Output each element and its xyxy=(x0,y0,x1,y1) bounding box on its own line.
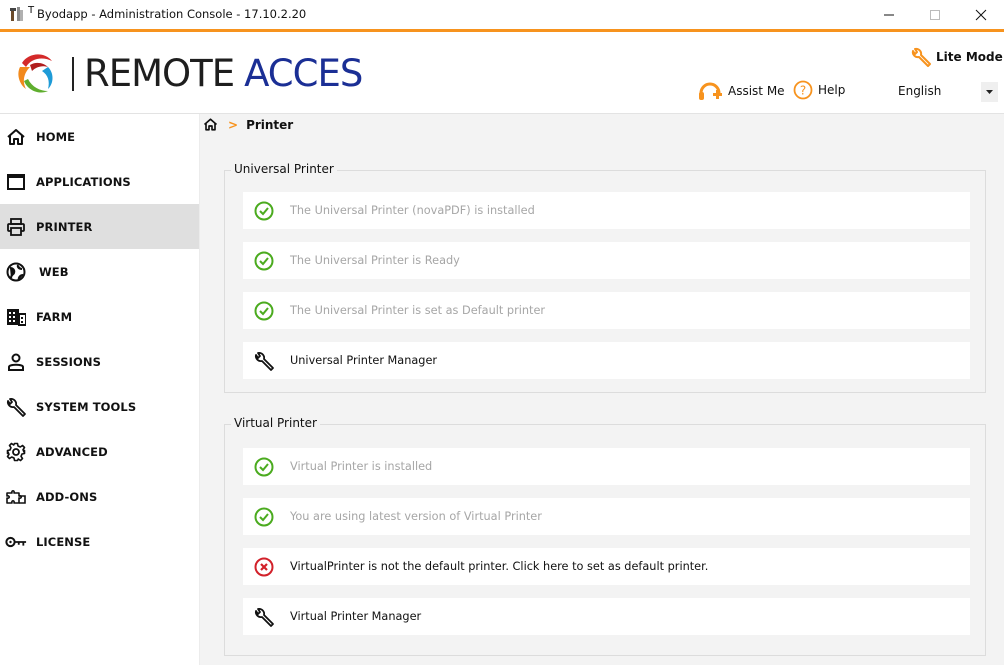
home-icon xyxy=(5,126,27,148)
headset-plus-icon xyxy=(699,82,722,100)
assist-me-label: Assist Me xyxy=(728,84,785,98)
set-default-printer-link[interactable]: VirtualPrinter is not the default printe… xyxy=(243,548,970,585)
sidebar-item-label: ADD-ONS xyxy=(36,489,98,504)
lite-mode-button[interactable]: Lite Mode xyxy=(910,46,1003,68)
status-row: The Universal Printer is Ready xyxy=(243,242,970,279)
help-label: Help xyxy=(818,83,846,97)
sidebar-item-web[interactable]: WEB xyxy=(0,249,199,294)
language-dropdown-button[interactable] xyxy=(981,82,998,102)
sidebar-item-printer[interactable]: PRINTER xyxy=(0,204,199,249)
logo-text: REMOTE ACCES xyxy=(84,52,363,95)
window-icon xyxy=(5,171,27,193)
sidebar-item-label: WEB xyxy=(39,264,69,279)
universal-printer-manager-button[interactable]: Universal Printer Manager xyxy=(243,342,970,379)
sidebar-item-label: ADVANCED xyxy=(36,444,108,459)
sidebar-item-advanced[interactable]: ADVANCED xyxy=(0,429,199,474)
sidebar: HOME APPLICATIONS PRINTER WEB FARM SESSI… xyxy=(0,114,199,665)
app-tools-icon xyxy=(9,6,25,22)
close-button[interactable] xyxy=(958,0,1004,29)
window-title: Byodapp - Administration Console - 17.10… xyxy=(37,7,307,21)
logo-text-remote: REMOTE xyxy=(84,52,235,95)
sidebar-item-sessions[interactable]: SESSIONS xyxy=(0,339,199,384)
sidebar-item-home[interactable]: HOME xyxy=(0,114,199,159)
sidebar-item-label: PRINTER xyxy=(36,219,93,234)
check-circle-icon xyxy=(253,200,275,222)
minimize-icon xyxy=(884,14,894,15)
status-row: The Universal Printer is set as Default … xyxy=(243,292,970,329)
sidebar-item-label: SESSIONS xyxy=(36,354,101,369)
status-text: VirtualPrinter is not the default printe… xyxy=(290,560,709,573)
wrench-icon xyxy=(5,396,27,418)
breadcrumb: > Printer xyxy=(203,117,293,132)
user-icon xyxy=(5,351,27,373)
breadcrumb-current: Printer xyxy=(246,117,294,132)
breadcrumb-home[interactable] xyxy=(203,117,218,132)
globe-swirl-logo-icon xyxy=(18,54,53,93)
status-text: The Universal Printer (novaPDF) is insta… xyxy=(290,204,535,217)
logo-text-acces: ACCES xyxy=(244,52,363,95)
title-bar: T Byodapp - Administration Console - 17.… xyxy=(0,0,1004,29)
sidebar-item-label: APPLICATIONS xyxy=(36,174,131,189)
logo-divider xyxy=(72,57,74,91)
manager-label: Universal Printer Manager xyxy=(290,354,438,367)
status-row: Virtual Printer is installed xyxy=(243,448,970,485)
logo: REMOTE ACCES xyxy=(14,49,414,99)
check-circle-icon xyxy=(253,506,275,528)
manager-label: Virtual Printer Manager xyxy=(290,610,422,623)
status-row: You are using latest version of Virtual … xyxy=(243,498,970,535)
admin-console-window: T Byodapp - Administration Console - 17.… xyxy=(0,0,1004,665)
status-text: You are using latest version of Virtual … xyxy=(290,510,542,523)
wrench-icon xyxy=(253,606,275,628)
virtual-printer-group: Virtual Printer Virtual Printer is insta… xyxy=(224,416,986,656)
check-circle-icon xyxy=(253,456,275,478)
help-icon: ? xyxy=(793,80,813,100)
title-prefix: T xyxy=(28,5,35,16)
gear-icon xyxy=(5,441,27,463)
header: REMOTEACCES Lite Mode Assist Me ? Help xyxy=(0,32,1004,114)
maximize-button[interactable] xyxy=(912,0,958,29)
wrench-icon xyxy=(911,47,931,67)
printer-icon xyxy=(5,216,27,238)
error-circle-icon xyxy=(253,556,275,578)
maximize-icon xyxy=(930,9,940,20)
assist-me-button[interactable]: Assist Me xyxy=(698,80,785,102)
close-icon xyxy=(975,9,987,20)
lite-mode-label: Lite Mode xyxy=(936,50,1003,64)
language-select[interactable]: English xyxy=(898,84,941,98)
status-text: Virtual Printer is installed xyxy=(290,460,433,473)
virtual-printer-manager-button[interactable]: Virtual Printer Manager xyxy=(243,598,970,635)
universal-printer-group: Universal Printer The Universal Printer … xyxy=(224,162,986,393)
breadcrumb-separator: > xyxy=(228,117,239,132)
sidebar-item-license[interactable]: LICENSE xyxy=(0,519,199,564)
help-button[interactable]: ? Help xyxy=(793,80,845,100)
check-circle-icon xyxy=(253,300,275,322)
sidebar-item-system-tools[interactable]: SYSTEM TOOLS xyxy=(0,384,199,429)
status-row: The Universal Printer (novaPDF) is insta… xyxy=(243,192,970,229)
chevron-down-icon xyxy=(986,90,993,94)
minimize-button[interactable] xyxy=(866,0,912,29)
svg-text:?: ? xyxy=(800,84,806,98)
sidebar-item-label: FARM xyxy=(36,309,73,324)
sidebar-item-label: LICENSE xyxy=(36,534,91,549)
key-icon xyxy=(5,531,27,553)
puzzle-icon xyxy=(5,486,27,508)
group-title: Virtual Printer xyxy=(231,416,320,430)
sidebar-item-label: SYSTEM TOOLS xyxy=(36,399,137,414)
check-circle-icon xyxy=(253,250,275,272)
building-icon xyxy=(5,306,27,328)
content-area: > Printer Universal Printer The Universa… xyxy=(199,114,1004,665)
globe-icon xyxy=(5,261,27,283)
group-title: Universal Printer xyxy=(231,162,337,176)
sidebar-item-farm[interactable]: FARM xyxy=(0,294,199,339)
sidebar-item-add-ons[interactable]: ADD-ONS xyxy=(0,474,199,519)
status-text: The Universal Printer is Ready xyxy=(290,254,460,267)
status-text: The Universal Printer is set as Default … xyxy=(290,304,546,317)
sidebar-item-applications[interactable]: APPLICATIONS xyxy=(0,159,199,204)
sidebar-item-label: HOME xyxy=(36,129,76,144)
wrench-icon xyxy=(253,350,275,372)
home-icon xyxy=(203,118,218,131)
